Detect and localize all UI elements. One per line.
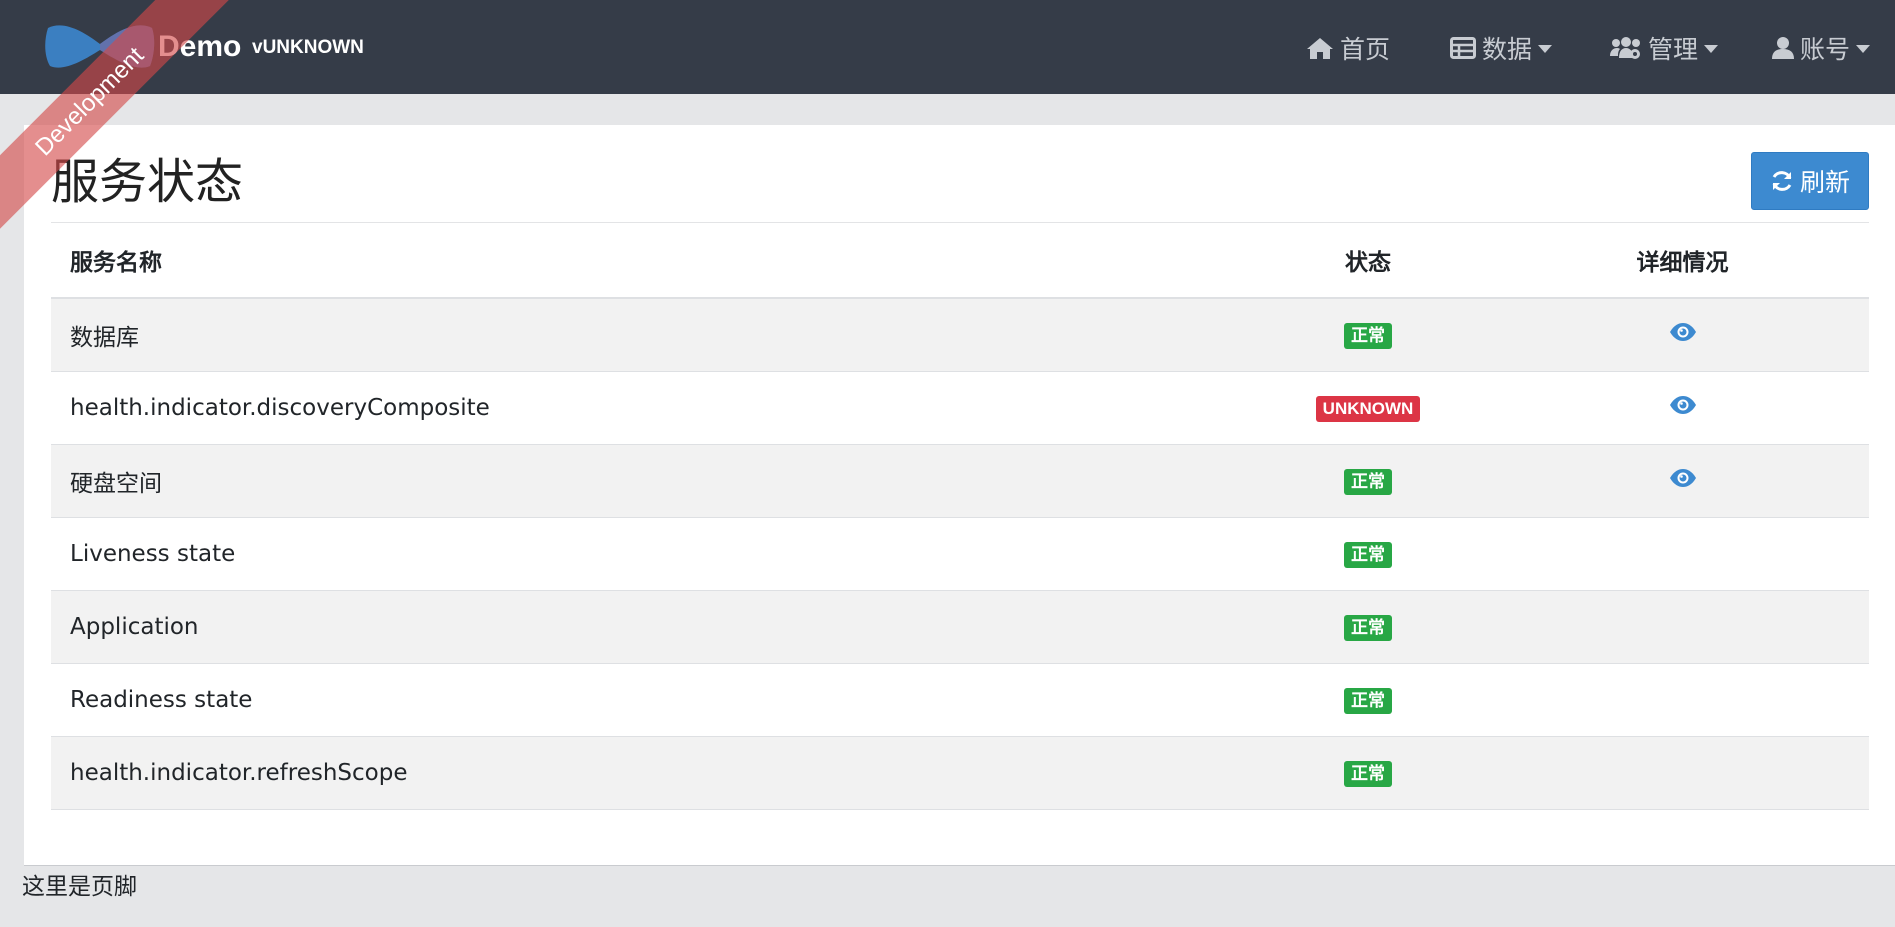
nav-account-dropdown[interactable]: 账号 (1772, 28, 1871, 68)
details-cell (1496, 590, 1869, 664)
nav-data-label: 数据 (1482, 35, 1533, 64)
nav-home-label: 首页 (1340, 35, 1391, 64)
nav-account-label: 账号 (1800, 35, 1851, 64)
service-name-cell: health.indicator.refreshScope (51, 736, 1240, 810)
service-name-cell: 硬盘空间 (51, 444, 1240, 518)
table-row: health.indicator.discoveryComposite UNKNO… (51, 371, 1869, 445)
details-cell (1496, 736, 1869, 810)
status-cell: 正常 (1240, 590, 1496, 664)
users-icon (1610, 37, 1640, 59)
column-header-service-name: 服务名称 (51, 223, 1240, 299)
table-row: Application 正常 (51, 590, 1869, 664)
sync-icon (1772, 171, 1792, 191)
main-card: 服务状态 刷新 服务名称 状态 详细情况 数据库 正常 health.indicat… (24, 125, 1895, 866)
status-cell: 正常 (1240, 444, 1496, 518)
user-icon (1772, 37, 1794, 59)
view-details-eye-icon[interactable] (1669, 468, 1697, 494)
table-body: 数据库 正常 health.indicator.discoveryComposite… (51, 298, 1869, 810)
details-cell (1496, 517, 1869, 591)
column-header-status: 状态 (1240, 223, 1496, 299)
brand-logo-icon[interactable] (44, 22, 156, 72)
details-cell (1496, 371, 1869, 445)
chevron-down-icon (1538, 45, 1553, 53)
table-row: Liveness state 正常 (51, 517, 1869, 591)
details-cell (1496, 663, 1869, 737)
brand-name[interactable]: Demo (158, 26, 241, 68)
home-icon (1307, 38, 1333, 59)
details-cell (1496, 444, 1869, 518)
details-cell (1496, 298, 1869, 372)
table-row: 硬盘空间 正常 (51, 444, 1869, 518)
table-row: 数据库 正常 (51, 298, 1869, 372)
top-navbar: Demo vUNKNOWN 首页 数据 管理 账号 (0, 0, 1895, 94)
status-cell: 正常 (1240, 298, 1496, 372)
service-name-cell: 数据库 (51, 298, 1240, 372)
table-row: Readiness state 正常 (51, 663, 1869, 737)
chevron-down-icon (1856, 45, 1871, 53)
footer-text: 这里是页脚 (22, 874, 137, 900)
nav-admin-label: 管理 (1648, 35, 1699, 64)
service-name-cell: health.indicator.discoveryComposite (51, 371, 1240, 445)
table-header-row: 服务名称 状态 详细情况 (51, 223, 1869, 299)
status-cell: 正常 (1240, 517, 1496, 591)
nav-data-dropdown[interactable]: 数据 (1450, 28, 1553, 68)
status-badge: UNKNOWN (1315, 396, 1421, 422)
view-details-eye-icon[interactable] (1669, 395, 1697, 421)
brand-version: vUNKNOWN (252, 37, 364, 58)
status-badge: 正常 (1344, 761, 1392, 787)
service-name-cell: Application (51, 590, 1240, 664)
status-badge: 正常 (1344, 615, 1392, 641)
view-details-eye-icon[interactable] (1669, 322, 1697, 348)
service-name-cell: Liveness state (51, 517, 1240, 591)
service-name-cell: Readiness state (51, 663, 1240, 737)
status-badge: 正常 (1344, 542, 1392, 568)
status-badge: 正常 (1344, 688, 1392, 714)
table-icon (1450, 37, 1476, 59)
status-cell: 正常 (1240, 736, 1496, 810)
refresh-button[interactable]: 刷新 (1751, 152, 1869, 210)
column-header-details: 详细情况 (1496, 223, 1869, 299)
table-row: health.indicator.refreshScope 正常 (51, 736, 1869, 810)
status-cell: 正常 (1240, 663, 1496, 737)
status-cell: UNKNOWN (1240, 371, 1496, 445)
status-badge: 正常 (1344, 323, 1392, 349)
chevron-down-icon (1704, 45, 1719, 53)
nav-admin-dropdown[interactable]: 管理 (1610, 28, 1719, 68)
service-status-table: 服务名称 状态 详细情况 数据库 正常 health.indicator.disco… (51, 223, 1869, 810)
refresh-button-label: 刷新 (1799, 168, 1850, 197)
nav-home[interactable]: 首页 (1306, 28, 1390, 68)
status-badge: 正常 (1344, 469, 1392, 495)
page-title: 服务状态 (51, 154, 244, 210)
